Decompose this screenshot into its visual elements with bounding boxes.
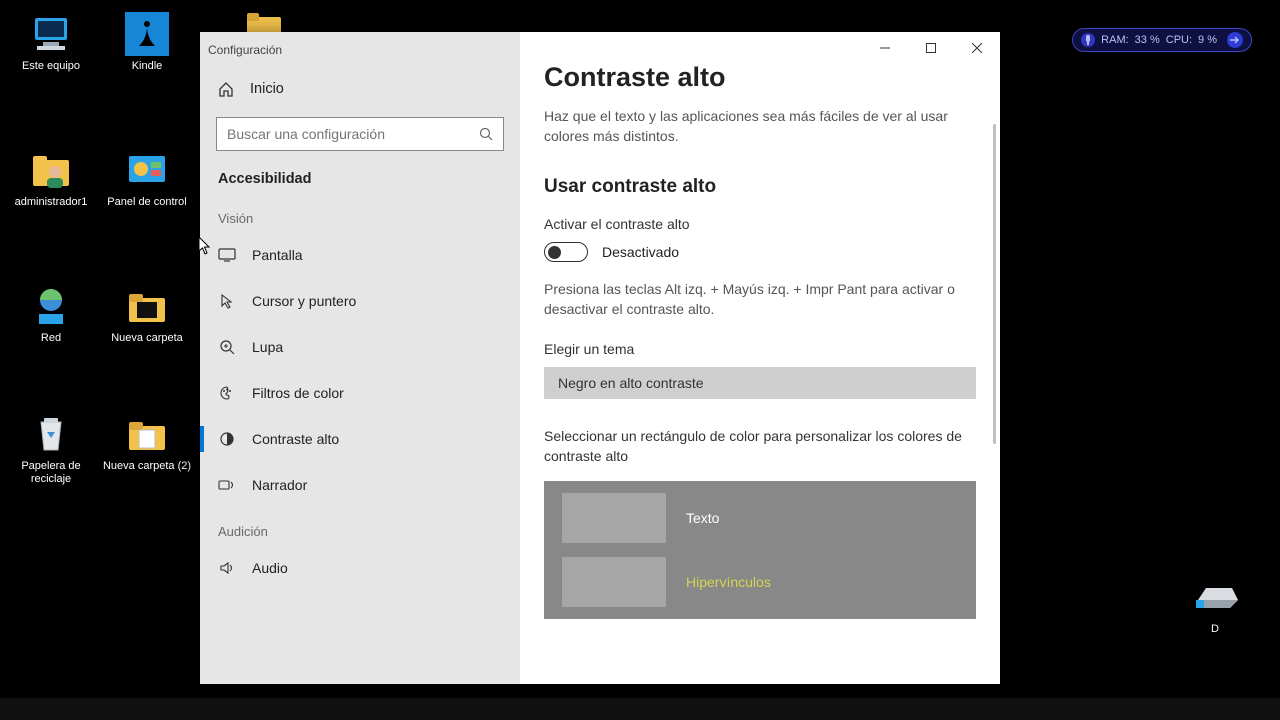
theme-dropdown[interactable]: Negro en alto contraste	[544, 367, 976, 399]
desktop-icon-label: Red	[41, 332, 61, 345]
home-nav[interactable]: Inicio	[200, 67, 520, 111]
drive-icon	[1191, 575, 1239, 619]
group-hearing: Audición	[200, 508, 520, 545]
ram-value: 33 %	[1135, 34, 1160, 46]
desktop-icon-papelera[interactable]: Papelera de reciclaje	[6, 412, 96, 486]
page-title: Contraste alto	[544, 62, 976, 93]
taskbar[interactable]	[0, 698, 1280, 720]
nav-audio[interactable]: Audio	[200, 545, 520, 591]
cursor-icon	[218, 292, 236, 310]
desktop-icon-label: Panel de control	[107, 196, 187, 209]
pc-icon	[27, 12, 75, 56]
search-icon	[479, 127, 493, 141]
close-button[interactable]	[954, 32, 1000, 64]
desktop-icon-kindle[interactable]: Kindle	[102, 12, 192, 73]
high-contrast-toggle[interactable]	[544, 242, 588, 262]
recycle-icon	[27, 412, 75, 456]
desktop-icon-este-equipo[interactable]: Este equipo	[6, 12, 96, 73]
nav-label: Filtros de color	[252, 385, 344, 401]
desktop-icon-label: Este equipo	[22, 60, 80, 73]
desktop-icon-red[interactable]: Red	[6, 284, 96, 345]
color-swatch-text[interactable]	[562, 493, 666, 543]
minimize-button[interactable]	[862, 32, 908, 64]
desktop-icon-administrador[interactable]: administrador1	[6, 148, 96, 209]
window-title: Configuración	[200, 32, 520, 67]
home-label: Inicio	[250, 81, 284, 97]
cpu-value: 9 %	[1198, 34, 1217, 46]
settings-window: Configuración Inicio Accesibilidad Visió…	[200, 32, 1000, 684]
folder-icon	[123, 284, 171, 328]
desktop-icon-label: administrador1	[15, 196, 88, 209]
nav-contraste-alto[interactable]: Contraste alto	[200, 416, 520, 462]
window-controls	[862, 32, 1000, 64]
desktop-icon-panel-control[interactable]: Panel de control	[102, 148, 192, 209]
toggle-label: Activar el contraste alto	[544, 216, 976, 232]
color-swatch-hyperlinks[interactable]	[562, 557, 666, 607]
audio-icon	[218, 559, 236, 577]
desktop-icon-label: Papelera de reciclaje	[6, 460, 96, 486]
rect-instruction: Seleccionar un rectángulo de color para …	[544, 427, 964, 466]
nav-label: Contraste alto	[252, 431, 339, 447]
display-icon	[218, 246, 236, 264]
desktop-icon-label: D	[1211, 623, 1219, 636]
settings-content: Contraste alto Haz que el texto y las ap…	[520, 32, 1000, 684]
search-input[interactable]	[227, 126, 479, 142]
nav-label: Narrador	[252, 477, 307, 493]
group-vision: Visión	[200, 195, 520, 232]
desktop-icon-drive-d[interactable]: D	[1170, 575, 1260, 636]
nav-label: Lupa	[252, 339, 283, 355]
nav-label: Pantalla	[252, 247, 303, 263]
page-description: Haz que el texto y las aplicaciones sea …	[544, 107, 964, 146]
theme-label: Elegir un tema	[544, 341, 976, 357]
nav-cursor[interactable]: Cursor y puntero	[200, 278, 520, 324]
desktop-icon-label: Nueva carpeta (2)	[103, 460, 191, 473]
maximize-button[interactable]	[908, 32, 954, 64]
desktop-icon-label: Kindle	[132, 60, 163, 73]
magnifier-icon	[218, 338, 236, 356]
nav-lupa[interactable]: Lupa	[200, 324, 520, 370]
color-panel: Texto Hipervínculos	[544, 481, 976, 619]
narrator-icon	[218, 476, 236, 494]
desktop-icon-nueva-carpeta[interactable]: Nueva carpeta	[102, 284, 192, 345]
toggle-state: Desactivado	[602, 244, 679, 260]
contrast-icon	[218, 430, 236, 448]
network-icon	[27, 284, 75, 328]
desktop-icon-nueva-carpeta-2[interactable]: Nueva carpeta (2)	[102, 412, 192, 473]
nav-filtros-color[interactable]: Filtros de color	[200, 370, 520, 416]
category-label: Accesibilidad	[200, 165, 520, 195]
scrollbar[interactable]	[993, 124, 996, 444]
settings-sidebar: Configuración Inicio Accesibilidad Visió…	[200, 32, 520, 684]
cpu-label: CPU:	[1166, 34, 1192, 46]
nav-narrador[interactable]: Narrador	[200, 462, 520, 508]
swatch-label: Hipervínculos	[686, 574, 771, 590]
folder-icon	[123, 412, 171, 456]
desktop-icon-label: Nueva carpeta	[111, 332, 183, 345]
controlpanel-icon	[123, 148, 171, 192]
home-icon	[218, 81, 234, 97]
userfolder-icon	[27, 148, 75, 192]
ram-label: RAM:	[1101, 34, 1129, 46]
nav-label: Cursor y puntero	[252, 293, 356, 309]
swatch-label: Texto	[686, 510, 719, 526]
palette-icon	[218, 384, 236, 402]
mic-icon	[1081, 33, 1095, 47]
kindle-icon	[123, 12, 171, 56]
arrow-right-icon[interactable]	[1227, 32, 1243, 48]
performance-widget[interactable]: RAM: 33 % CPU: 9 %	[1072, 28, 1252, 52]
search-box[interactable]	[216, 117, 504, 151]
section-title: Usar contraste alto	[544, 176, 976, 198]
shortcut-hint: Presiona las teclas Alt izq. + Mayús izq…	[544, 280, 964, 319]
theme-selected: Negro en alto contraste	[558, 375, 704, 391]
nav-label: Audio	[252, 560, 288, 576]
nav-pantalla[interactable]: Pantalla	[200, 232, 520, 278]
